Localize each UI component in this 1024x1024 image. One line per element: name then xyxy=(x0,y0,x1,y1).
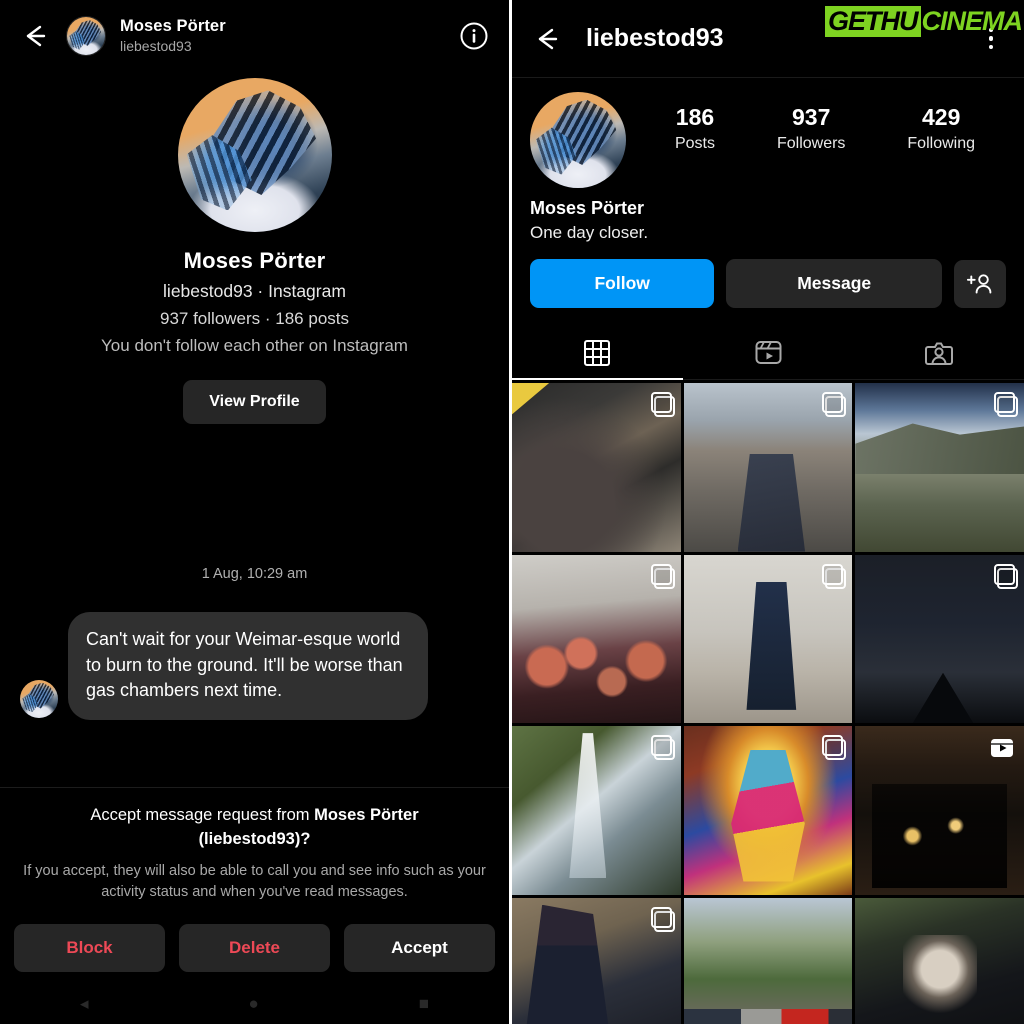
dm-header: Moses Pörter liebestod93 xyxy=(0,0,509,72)
profile-relationship: You don't follow each other on Instagram xyxy=(101,336,408,355)
stat-posts-label: Posts xyxy=(674,135,715,152)
multi-post-icon xyxy=(821,735,847,761)
stat-followers-label: Followers xyxy=(776,135,846,152)
gethu-cinema-watermark: GETHU CINEMA xyxy=(825,6,1024,37)
stat-posts[interactable]: 186 Posts xyxy=(675,104,715,153)
block-button[interactable]: Block xyxy=(14,924,165,972)
grid-icon xyxy=(584,339,611,366)
multi-post-icon xyxy=(650,735,675,761)
stat-followers-value: 937 xyxy=(792,104,831,130)
grid-post[interactable] xyxy=(683,726,853,896)
grid-post[interactable] xyxy=(855,554,1024,724)
request-title: Accept message request from Moses Pörter… xyxy=(14,804,495,852)
dm-contact-name: Moses Pörter xyxy=(120,17,226,36)
stat-following-label: Following xyxy=(907,135,975,152)
view-profile-button[interactable]: View Profile xyxy=(183,380,326,424)
delete-button[interactable]: Delete xyxy=(179,924,330,972)
multi-post-icon xyxy=(650,392,675,417)
profile-tabs xyxy=(512,326,1024,380)
tab-reels[interactable] xyxy=(683,326,854,379)
profile-picture[interactable] xyxy=(177,78,332,232)
message-row: Can't wait for your Weimar-esque world t… xyxy=(0,612,509,720)
grid-post[interactable] xyxy=(512,554,681,724)
grid-post[interactable] xyxy=(683,383,853,552)
stat-followers[interactable]: 937 Followers xyxy=(777,104,845,153)
grid-post[interactable] xyxy=(512,383,681,552)
profile-summary: 186 Posts 937 Followers 429 Following xyxy=(512,78,1024,188)
profile-bio: Moses Pörter One day closer. xyxy=(512,188,1024,243)
bio-display-name: Moses Pörter xyxy=(530,198,645,218)
message-bubble: Can't wait for your Weimar-esque world t… xyxy=(68,612,428,720)
avatar[interactable] xyxy=(66,16,106,56)
multi-post-icon xyxy=(650,563,675,589)
multi-post-icon xyxy=(821,563,847,589)
tab-tagged[interactable] xyxy=(853,326,1024,379)
profile-picture[interactable] xyxy=(530,92,626,188)
grid-post[interactable] xyxy=(512,898,681,1024)
dm-profile-block: Moses Pörter liebestod93 · Instagram 937… xyxy=(0,72,509,424)
request-description: If you accept, they will also be able to… xyxy=(23,862,486,901)
nav-home-icon[interactable]: ● xyxy=(248,994,258,1014)
message-sender-avatar[interactable] xyxy=(20,679,58,718)
tagged-icon xyxy=(924,342,953,365)
request-title-suffix: (liebestod93)? xyxy=(198,829,311,848)
request-title-prefix: Accept message request from xyxy=(90,805,315,824)
tab-grid[interactable] xyxy=(512,326,683,380)
add-person-icon[interactable] xyxy=(954,259,1006,308)
post-grid xyxy=(512,383,1024,1024)
bio-text: One day closer. xyxy=(530,223,649,242)
grid-post[interactable] xyxy=(855,383,1024,552)
dm-header-text: Moses Pörter liebestod93 xyxy=(120,17,443,54)
stat-following[interactable]: 429 Following xyxy=(907,104,975,153)
grid-post[interactable] xyxy=(855,726,1024,896)
message-button[interactable]: Message xyxy=(726,259,942,308)
grid-post[interactable] xyxy=(855,898,1024,1024)
request-actions: Block Delete Accept xyxy=(14,924,495,972)
profile-stats-row: 186 Posts 937 Followers 429 Following xyxy=(644,92,1006,153)
info-circle-icon[interactable] xyxy=(457,19,491,53)
grid-post[interactable] xyxy=(512,726,681,896)
accept-button[interactable]: Accept xyxy=(344,924,495,972)
message-timestamp: 1 Aug, 10:29 am xyxy=(201,566,308,582)
reel-post-icon xyxy=(989,735,1015,761)
request-title-name: Moses Pörter xyxy=(314,805,419,824)
multi-post-icon xyxy=(993,563,1018,589)
nav-back-icon[interactable]: ◂ xyxy=(80,994,89,1014)
multi-post-icon xyxy=(993,392,1018,417)
multi-post-icon xyxy=(821,392,847,417)
profile-stats: 937 followers · 186 posts xyxy=(160,309,349,328)
profile-panel: liebestod93 186 Posts 937 Followers 429 … xyxy=(512,0,1024,1024)
grid-post[interactable] xyxy=(683,554,853,724)
stat-following-value: 429 xyxy=(922,104,961,130)
follow-button[interactable]: Follow xyxy=(530,259,715,308)
grid-post[interactable] xyxy=(683,898,853,1024)
message-request-box: Accept message request from Moses Pörter… xyxy=(0,786,509,972)
watermark-part-two: CINEMA xyxy=(921,6,1023,36)
page-title: Moses Pörter xyxy=(183,248,326,273)
dm-contact-username: liebestod93 xyxy=(120,38,192,55)
nav-recents-icon[interactable]: ■ xyxy=(419,994,429,1014)
conversation-area: 1 Aug, 10:29 am Can't wait for your Weim… xyxy=(0,566,509,720)
system-nav-bar: ◂ ● ■ xyxy=(0,984,509,1024)
watermark-part-one: GETHU xyxy=(825,6,921,37)
back-arrow-icon[interactable] xyxy=(530,22,564,56)
profile-action-row: Follow Message xyxy=(512,243,1024,308)
direct-message-panel: Moses Pörter liebestod93 Moses Pörter li… xyxy=(0,0,512,1024)
back-arrow-icon[interactable] xyxy=(18,19,52,53)
multi-post-icon xyxy=(650,907,675,933)
profile-handle: liebestod93 · Instagram xyxy=(163,281,346,301)
reels-icon xyxy=(755,341,781,364)
stat-posts-value: 186 xyxy=(675,104,715,130)
screenshot-stage: Moses Pörter liebestod93 Moses Pörter li… xyxy=(0,0,1024,1024)
